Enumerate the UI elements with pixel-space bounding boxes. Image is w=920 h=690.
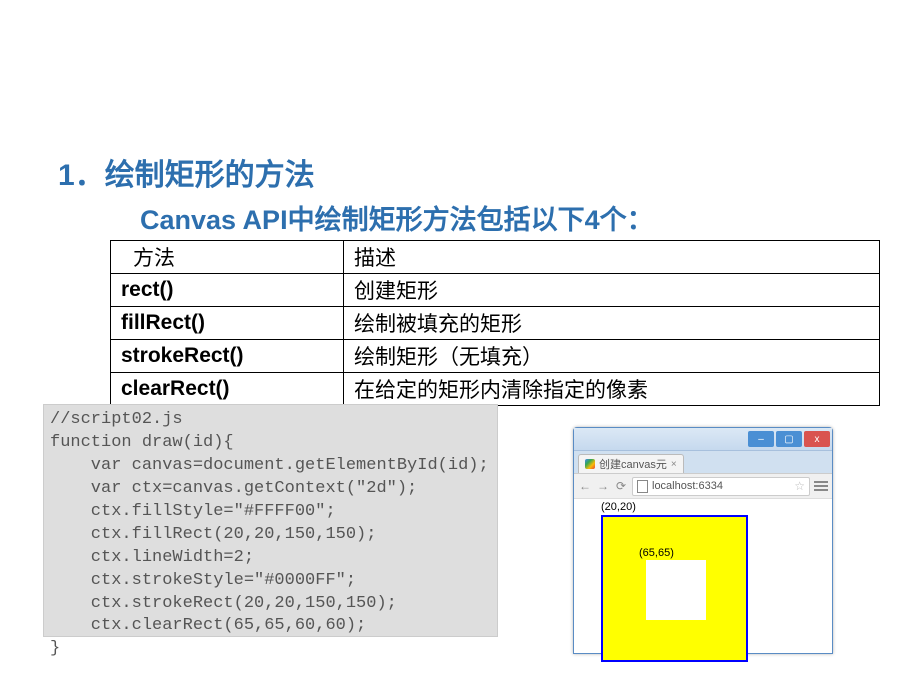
heading-1: 1．绘制矩形的方法 <box>58 150 315 194</box>
tab-title: 创建canvas元 <box>599 456 667 472</box>
heading-sep: ． <box>75 159 105 192</box>
subheading: Canvas API中绘制矩形方法包括以下4个： <box>140 198 654 237</box>
heading-number: 1 <box>58 159 75 192</box>
bookmark-star-icon[interactable]: ☆ <box>794 479 805 493</box>
url-text: localhost:6334 <box>652 480 723 492</box>
th-desc: 描述 <box>344 241 880 274</box>
td-method: rect() <box>111 274 344 307</box>
table-row: strokeRect() 绘制矩形（无填充） <box>111 340 880 373</box>
table-row: rect() 创建矩形 <box>111 274 880 307</box>
document-icon <box>637 480 648 493</box>
coord-label-1: (20,20) <box>601 501 636 513</box>
url-input[interactable]: localhost:6334 ☆ <box>632 477 810 496</box>
td-desc: 绘制矩形（无填充） <box>344 340 880 373</box>
td-method: strokeRect() <box>111 340 344 373</box>
td-desc: 绘制被填充的矩形 <box>344 307 880 340</box>
maximize-button[interactable]: ▢ <box>776 431 802 447</box>
favicon-icon <box>585 459 595 469</box>
browser-tab[interactable]: 创建canvas元 × <box>578 454 684 473</box>
address-bar: ← → ⟳ localhost:6334 ☆ <box>574 474 832 499</box>
code-snippet: //script02.js function draw(id){ var can… <box>43 404 498 637</box>
window-titlebar: – ▢ x <box>574 428 832 451</box>
table-row: clearRect() 在给定的矩形内清除指定的像素 <box>111 373 880 406</box>
reload-button[interactable]: ⟳ <box>614 479 628 493</box>
browser-window: – ▢ x 创建canvas元 × ← → ⟳ localhost:6334 ☆… <box>573 427 833 654</box>
canvas-render-area: (20,20) (65,65) <box>574 499 832 519</box>
tab-close-icon[interactable]: × <box>671 459 677 470</box>
forward-button[interactable]: → <box>596 479 610 493</box>
close-button[interactable]: x <box>804 431 830 447</box>
canvas-cleared-rect <box>646 560 706 620</box>
td-desc: 在给定的矩形内清除指定的像素 <box>344 373 880 406</box>
th-method: 方法 <box>111 241 344 274</box>
coord-label-2: (65,65) <box>639 547 674 559</box>
td-method: clearRect() <box>111 373 344 406</box>
menu-icon[interactable] <box>814 481 828 491</box>
subheading-mid: 中绘制矩形方法包括以下 <box>288 205 585 235</box>
api-methods-table: 方法 描述 rect() 创建矩形 fillRect() 绘制被填充的矩形 st… <box>110 240 880 406</box>
table-row: fillRect() 绘制被填充的矩形 <box>111 307 880 340</box>
subheading-suffix: 个： <box>600 205 654 235</box>
subheading-prefix: Canvas API <box>140 205 288 235</box>
tab-strip: 创建canvas元 × <box>574 451 832 474</box>
minimize-button[interactable]: – <box>748 431 774 447</box>
td-desc: 创建矩形 <box>344 274 880 307</box>
td-method: fillRect() <box>111 307 344 340</box>
back-button[interactable]: ← <box>578 479 592 493</box>
table-header-row: 方法 描述 <box>111 241 880 274</box>
heading-title: 绘制矩形的方法 <box>105 159 315 192</box>
subheading-count: 4 <box>585 205 600 235</box>
